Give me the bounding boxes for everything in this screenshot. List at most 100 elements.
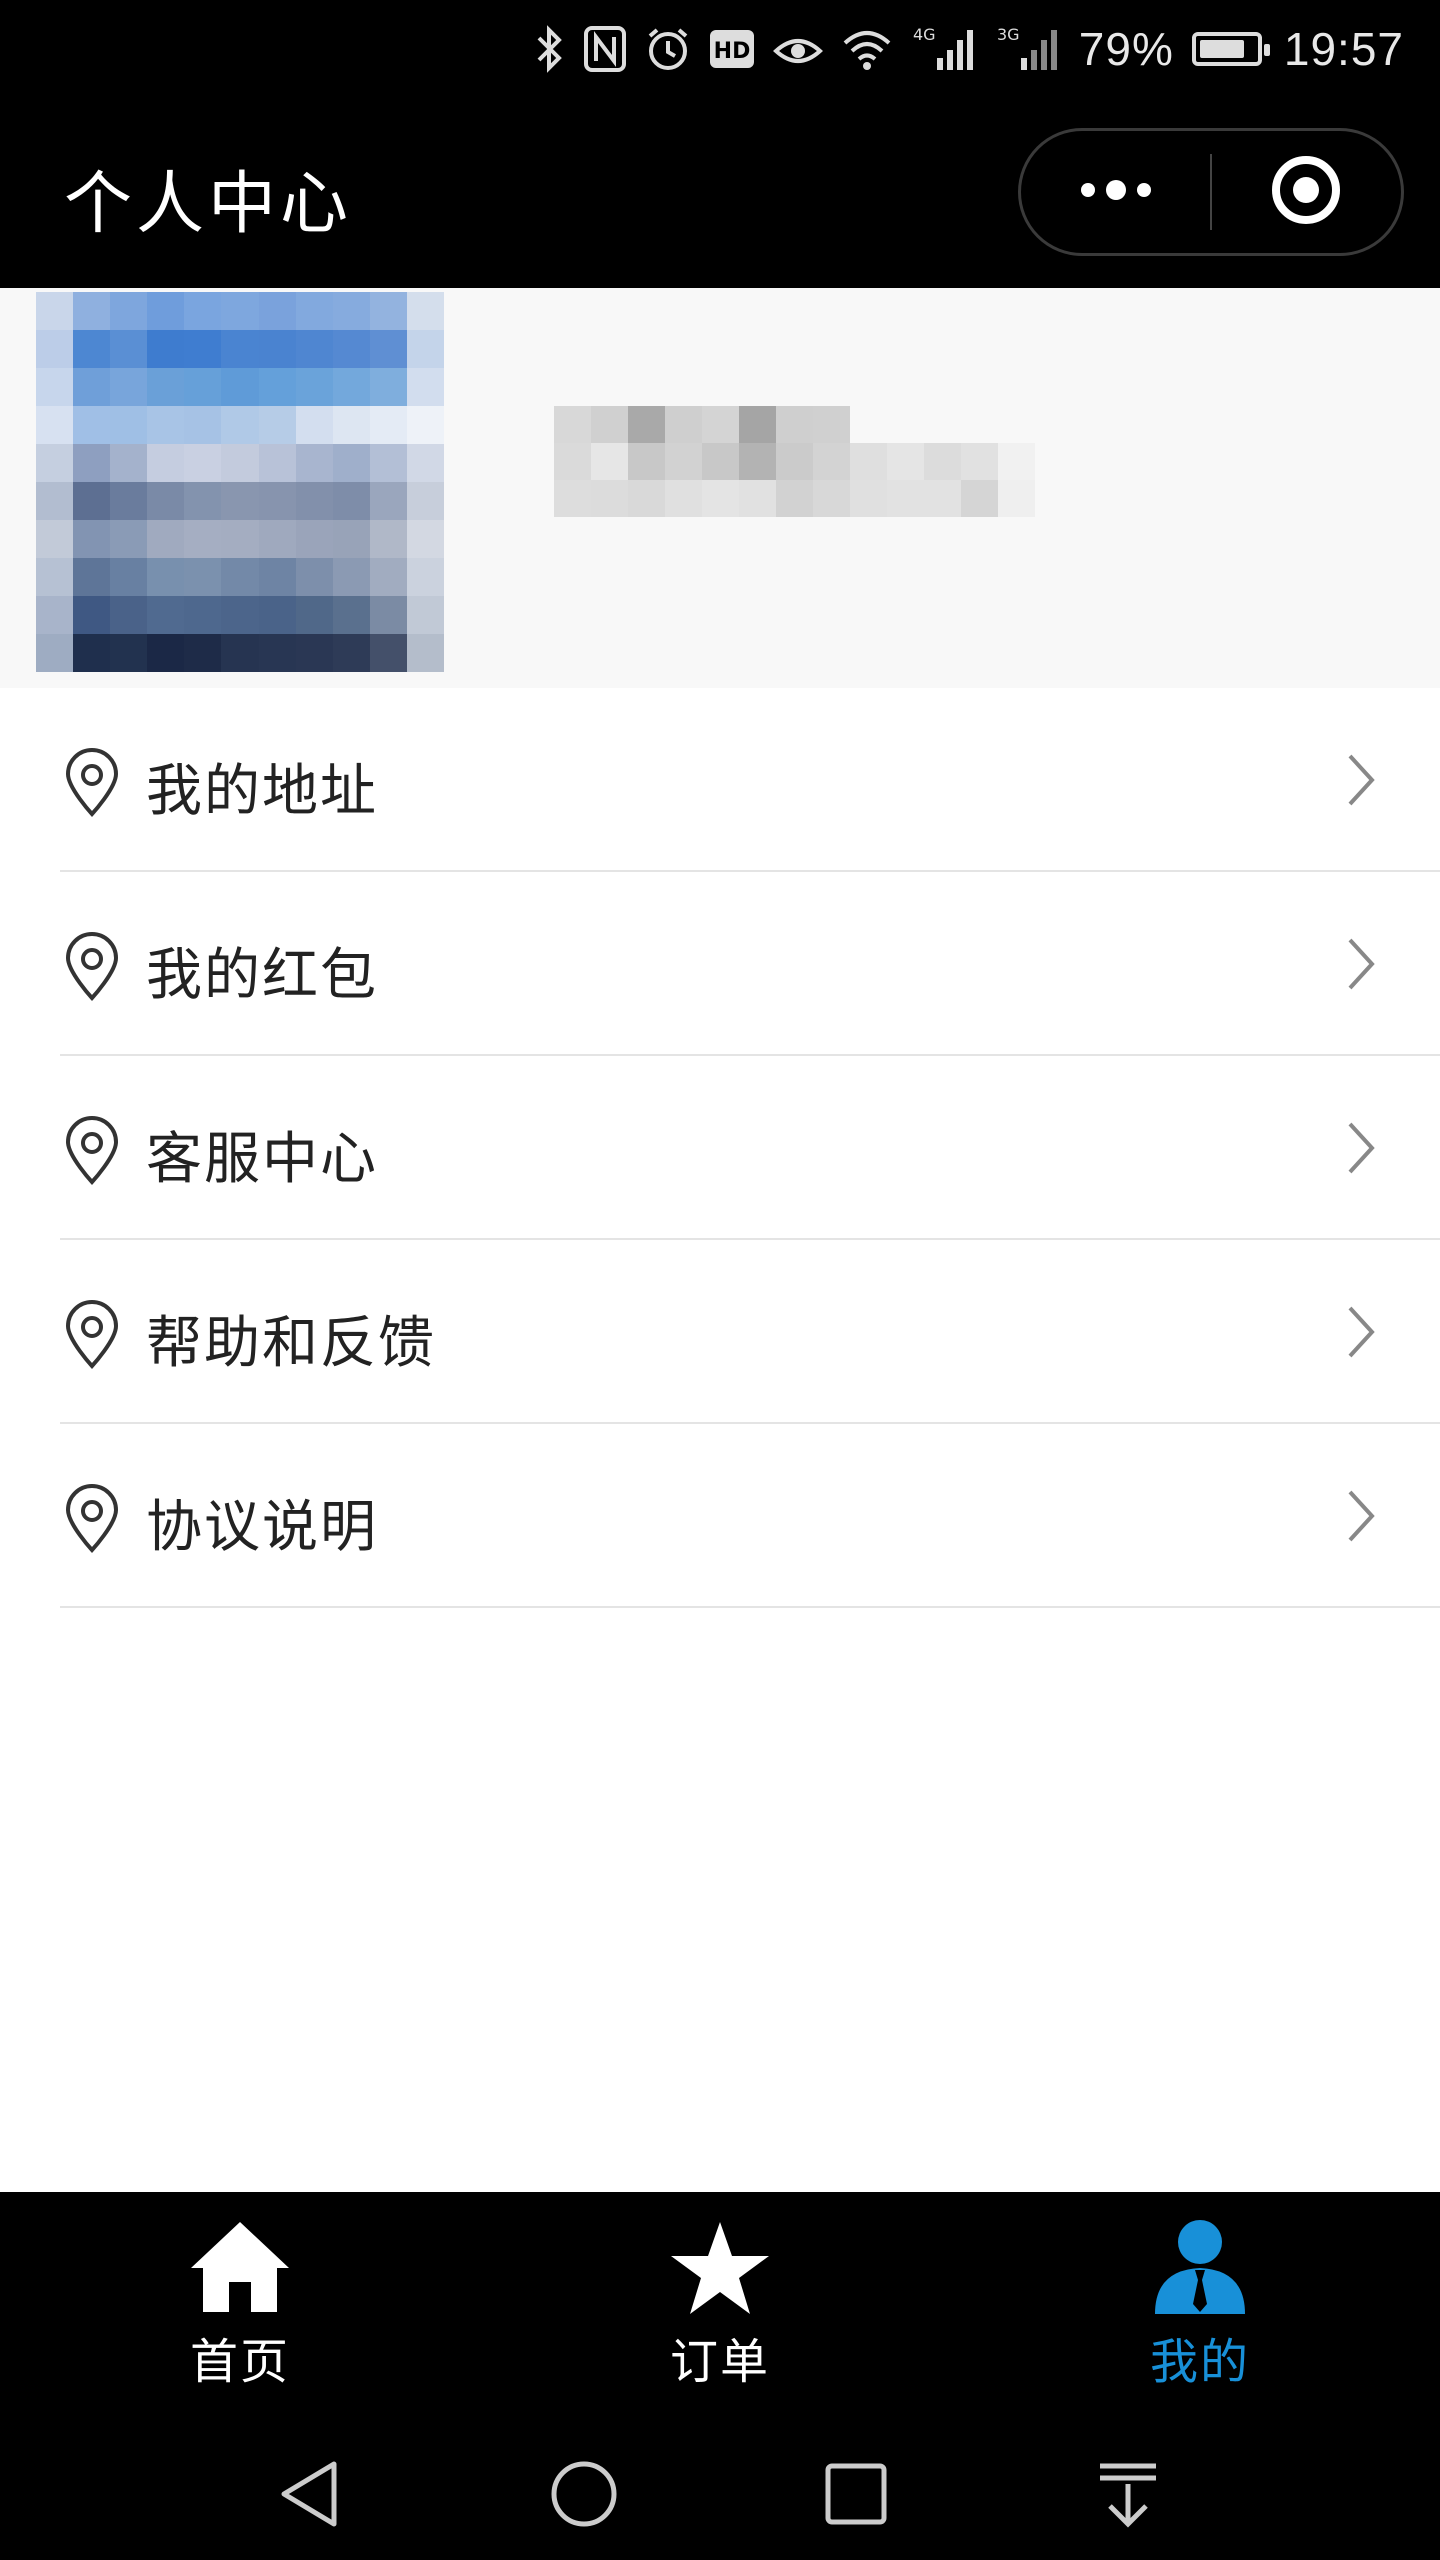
avatar-pixel	[258, 292, 296, 330]
avatar-pixel	[184, 558, 222, 596]
page-title: 个人中心	[64, 165, 353, 244]
name-pixel	[739, 443, 776, 480]
user-name-redacted	[554, 406, 1035, 556]
name-pixel	[665, 406, 702, 443]
chevron-right-icon	[1340, 1486, 1380, 1546]
system-navigation-bar	[0, 2414, 1440, 2560]
chevron-right-icon	[1340, 934, 1380, 994]
menu-item-label: 协议说明	[146, 1495, 378, 1560]
name-pixel	[924, 443, 961, 480]
avatar-pixel	[73, 520, 111, 558]
menu-item-red-packet[interactable]: 我的红包	[0, 872, 1440, 1056]
avatar-pixel	[369, 596, 407, 634]
avatar-pixel	[295, 330, 333, 368]
avatar-pixel	[258, 330, 296, 368]
avatar-pixel	[184, 444, 222, 482]
avatar-pixel	[406, 596, 444, 634]
avatar-pixel	[110, 406, 148, 444]
battery-percent: 79%	[1078, 23, 1174, 75]
back-icon[interactable]	[272, 2454, 352, 2534]
name-pixel	[850, 443, 887, 480]
avatar-pixel	[406, 330, 444, 368]
avatar-pixel	[110, 596, 148, 634]
avatar-pixel	[147, 330, 185, 368]
star-icon	[665, 2218, 775, 2318]
tab-label: 订单	[669, 2334, 770, 2390]
menu-item-help-feedback[interactable]: 帮助和反馈	[0, 1240, 1440, 1424]
close-button[interactable]	[1212, 131, 1401, 253]
tab-home[interactable]: 首页	[0, 2192, 480, 2414]
avatar-pixel	[406, 292, 444, 330]
personal-center-page: HD 4G 3G 79% 19:57 个人中心 我的地址 我的红包 客服中心 帮…	[0, 0, 1440, 2560]
menu-item-label: 帮助和反馈	[146, 1311, 436, 1376]
name-pixel	[998, 406, 1035, 443]
avatar-pixel	[258, 406, 296, 444]
avatar-pixel	[295, 444, 333, 482]
avatar-pixel	[147, 406, 185, 444]
avatar-pixel	[369, 482, 407, 520]
avatar-pixel	[147, 520, 185, 558]
svg-text:HD: HD	[713, 39, 750, 64]
avatar-pixel	[258, 368, 296, 406]
location-pin-icon	[62, 932, 122, 1002]
avatar-pixel	[36, 482, 74, 520]
avatar-pixel	[295, 368, 333, 406]
name-pixel	[813, 480, 850, 517]
name-pixel	[554, 480, 591, 517]
avatar-pixel	[221, 596, 259, 634]
avatar-pixel	[221, 368, 259, 406]
more-button[interactable]	[1021, 131, 1210, 253]
avatar-pixel	[406, 406, 444, 444]
wifi-icon	[841, 19, 893, 79]
home-circle-icon[interactable]	[544, 2454, 624, 2534]
tab-orders[interactable]: 订单	[480, 2192, 960, 2414]
name-pixel	[961, 406, 998, 443]
menu-item-customer-service[interactable]: 客服中心	[0, 1056, 1440, 1240]
name-pixel	[776, 480, 813, 517]
menu-item-agreement[interactable]: 协议说明	[0, 1424, 1440, 1608]
avatar-pixel	[36, 596, 74, 634]
avatar-pixel	[73, 558, 111, 596]
avatar-pixel	[221, 634, 259, 672]
name-pixel	[702, 443, 739, 480]
avatar-pixel	[369, 292, 407, 330]
avatar-pixel	[147, 292, 185, 330]
navigation-header: 个人中心	[0, 98, 1440, 288]
avatar-pixel	[73, 406, 111, 444]
menu-item-address[interactable]: 我的地址	[0, 688, 1440, 872]
name-pixel	[813, 406, 850, 443]
name-pixel	[628, 480, 665, 517]
name-pixel	[924, 480, 961, 517]
avatar-pixel	[184, 292, 222, 330]
tab-mine[interactable]: 我的	[960, 2192, 1440, 2414]
name-pixel	[554, 406, 591, 443]
avatar-pixel	[295, 596, 333, 634]
name-pixel	[591, 480, 628, 517]
avatar-pixel	[332, 406, 370, 444]
chevron-right-icon	[1340, 1302, 1380, 1362]
avatar-pixel	[73, 482, 111, 520]
avatar-pixel	[110, 520, 148, 558]
name-pixel	[887, 406, 924, 443]
signal-4g-label: 4G	[913, 25, 936, 44]
hd-icon: HD	[709, 19, 755, 79]
avatar-pixel	[36, 520, 74, 558]
location-pin-icon	[62, 748, 122, 818]
avatar-pixel	[369, 444, 407, 482]
avatar-pixel	[332, 634, 370, 672]
avatar-pixel	[406, 444, 444, 482]
avatar-pixel	[110, 558, 148, 596]
avatar-pixel	[258, 634, 296, 672]
notification-pulldown-icon[interactable]	[1088, 2454, 1168, 2534]
name-pixel	[702, 406, 739, 443]
tab-label: 我的	[1149, 2334, 1250, 2390]
avatar-pixel	[36, 292, 74, 330]
avatar[interactable]	[36, 292, 444, 672]
name-pixel	[961, 480, 998, 517]
recents-icon[interactable]	[816, 2454, 896, 2534]
status-bar: HD 4G 3G 79% 19:57	[0, 0, 1440, 98]
name-pixel	[665, 480, 702, 517]
name-pixel	[628, 406, 665, 443]
location-pin-icon	[62, 1484, 122, 1554]
avatar-pixel	[369, 330, 407, 368]
